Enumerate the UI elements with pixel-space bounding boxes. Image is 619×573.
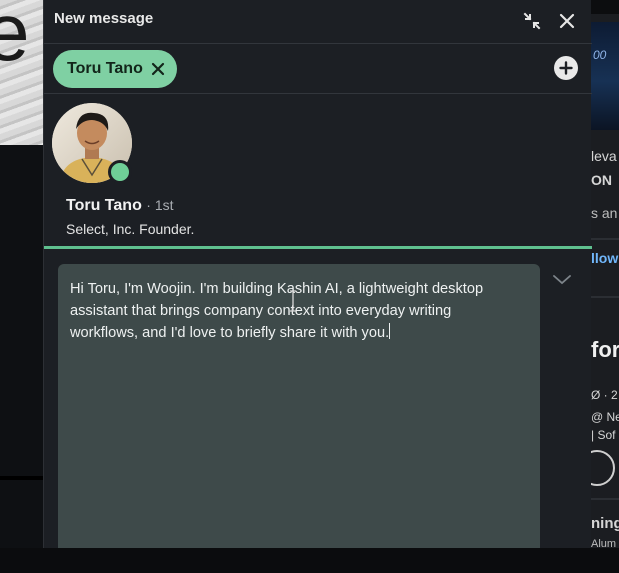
background-right-top	[591, 0, 619, 14]
message-body-text[interactable]: Hi Toru, I'm Woojin. I'm building Kashin…	[70, 278, 532, 344]
background-text: | Sof	[591, 428, 616, 442]
background-divider	[0, 476, 44, 480]
recipient-chip-label: Toru Tano	[67, 60, 143, 77]
new-message-modal: New message Toru Tano Toru Tano · 1st Se…	[43, 0, 592, 548]
recipients-bar: Toru Tano	[44, 44, 592, 94]
text-cursor-icon	[290, 290, 296, 312]
background-link[interactable]: llow	[591, 250, 618, 266]
close-icon	[151, 62, 164, 76]
online-status-indicator	[108, 160, 132, 184]
background-text: Ø · 2	[591, 388, 618, 402]
recipient-chip[interactable]: Toru Tano	[53, 50, 177, 88]
connection-degree: · 1st	[146, 197, 174, 213]
profile-name[interactable]: Toru Tano	[66, 197, 142, 214]
background-text: s an	[591, 205, 618, 221]
background-heading: for	[591, 337, 619, 362]
background-right-panel: 00 leva ON s an llow for Ø · 2 @ Ne | So…	[591, 0, 619, 573]
plus-circle-icon	[559, 61, 573, 75]
background-divider	[591, 498, 619, 500]
minimize-button[interactable]	[518, 7, 546, 35]
background-divider	[591, 238, 619, 240]
close-icon	[559, 13, 575, 29]
chevron-down-icon	[553, 275, 571, 285]
background-text: leva	[591, 148, 617, 164]
expand-compose-button[interactable]	[552, 272, 572, 288]
background-thumb-text: 00	[593, 48, 607, 62]
message-body-content: Hi Toru, I'm Woojin. I'm building Kashin…	[70, 281, 484, 341]
minimize-arrows-icon	[523, 12, 541, 30]
background-divider	[591, 296, 619, 298]
recipient-profile-card: Toru Tano · 1st Select, Inc. Founder.	[44, 94, 592, 249]
message-compose-area[interactable]: Hi Toru, I'm Woojin. I'm building Kashin…	[58, 264, 540, 548]
profile-headline: Select, Inc. Founder.	[66, 221, 195, 237]
text-caret	[389, 323, 391, 339]
background-left-image: e	[0, 0, 44, 145]
background-follow-button[interactable]	[591, 450, 615, 486]
modal-title: New message	[54, 10, 154, 27]
background-text: @ Ne	[591, 410, 619, 424]
profile-name-line: Toru Tano · 1st	[66, 197, 174, 215]
remove-recipient-button[interactable]	[151, 62, 165, 76]
background-thumbnail: 00	[591, 22, 619, 130]
background-heading: ning	[591, 515, 619, 532]
close-button[interactable]	[553, 7, 581, 35]
background-left-letter: e	[0, 0, 30, 78]
modal-header: New message	[44, 0, 592, 44]
add-recipient-button[interactable]	[554, 56, 578, 80]
background-bottom-strip	[0, 548, 619, 573]
background-text: ON	[591, 172, 612, 188]
